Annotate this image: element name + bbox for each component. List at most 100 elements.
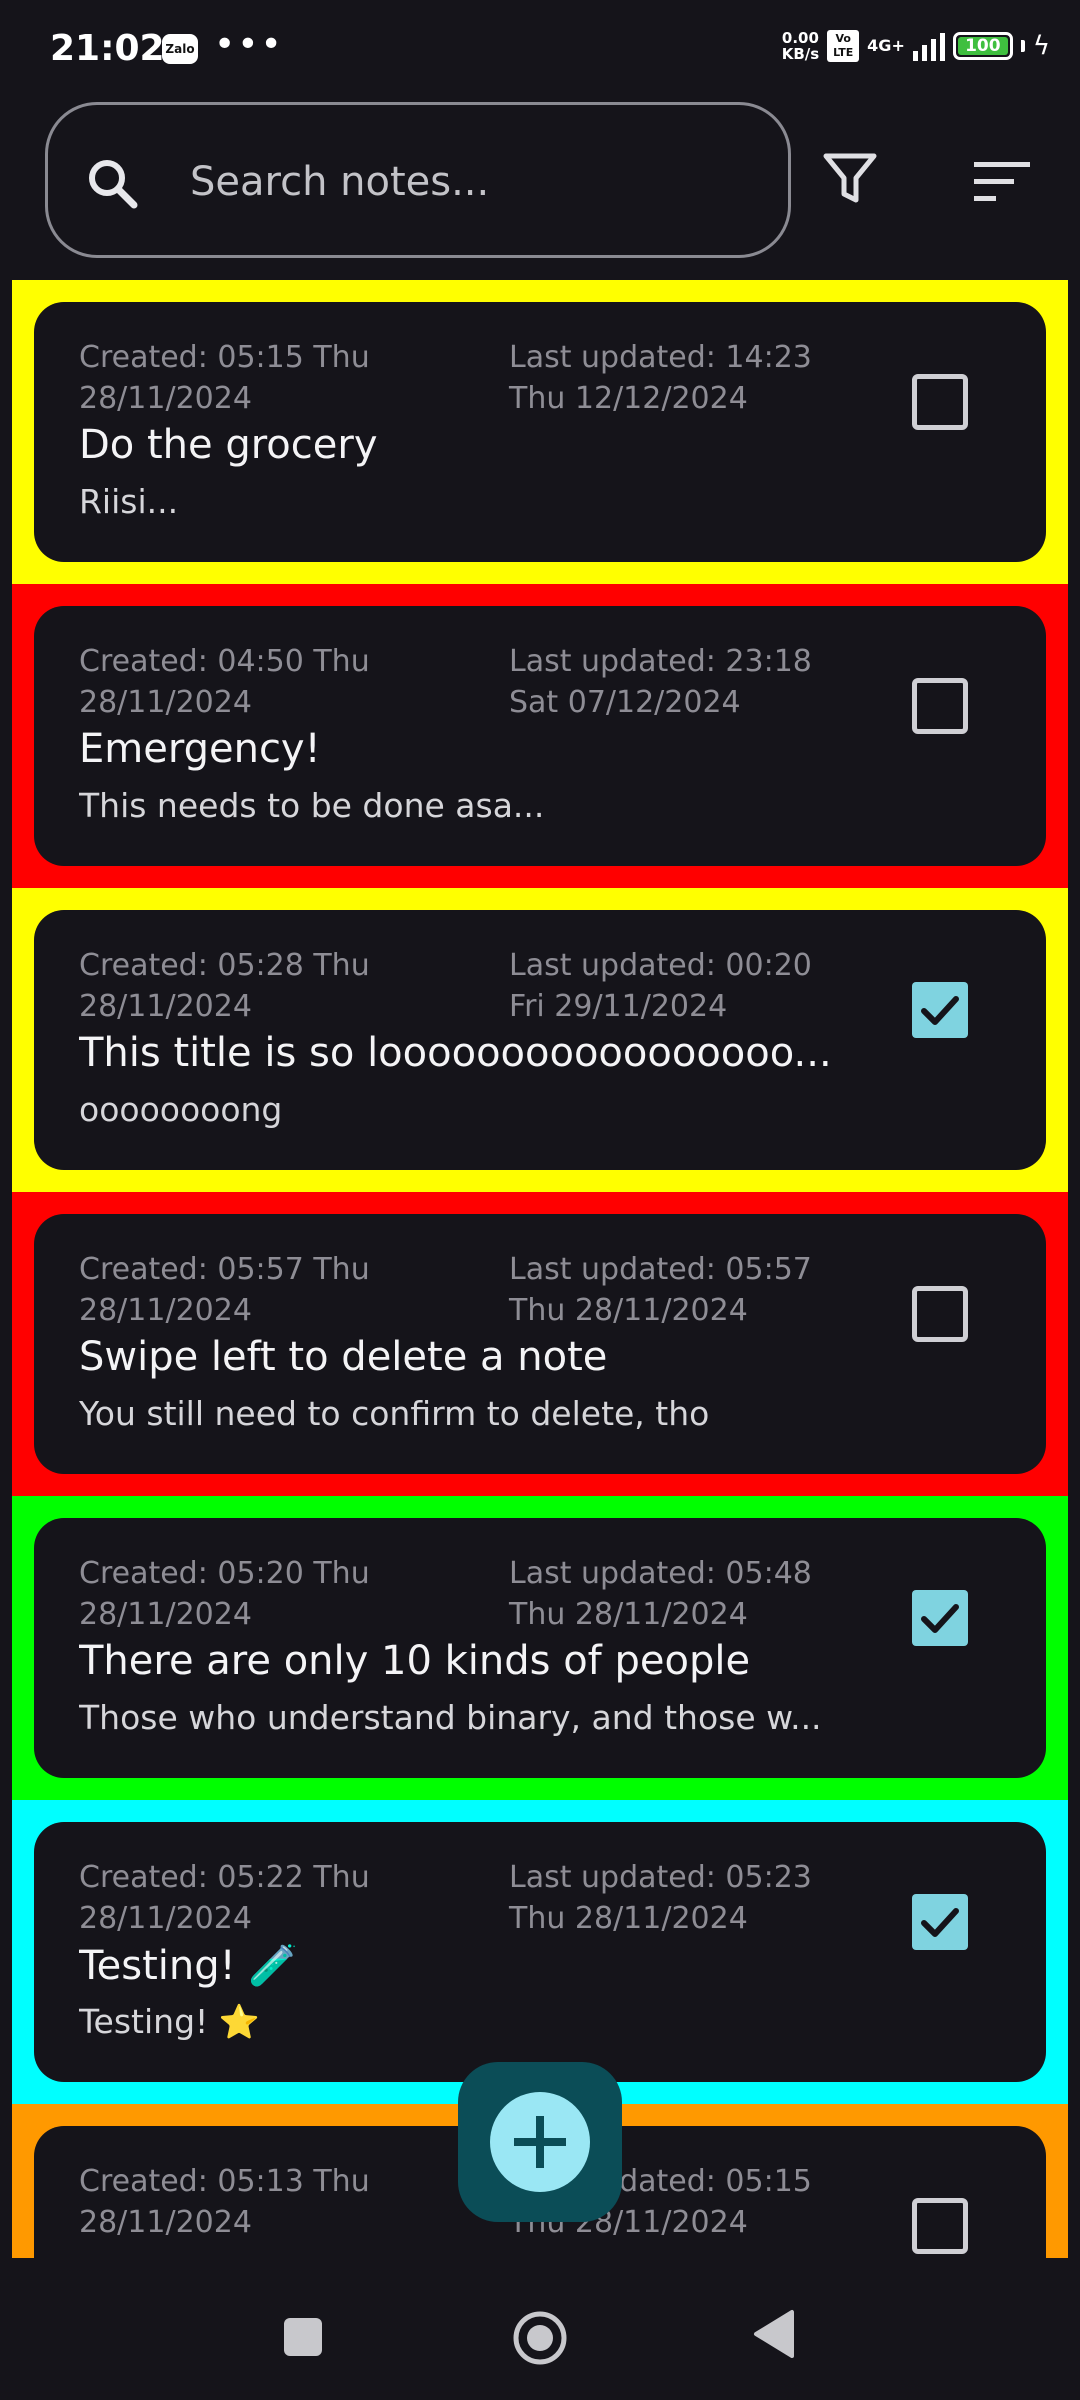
battery-level: 100 xyxy=(957,37,1008,55)
created-timestamp: Created: 05:57 Thu 28/11/2024 xyxy=(79,1249,370,1331)
note-card[interactable]: Created: 05:57 Thu 28/11/2024 Last updat… xyxy=(34,1214,1046,1474)
home-icon[interactable] xyxy=(510,2308,570,2368)
note-preview: Riisi... xyxy=(79,482,179,521)
created-timestamp: Created: 05:22 Thu 28/11/2024 xyxy=(79,1857,370,1939)
created-date: 28/11/2024 xyxy=(79,381,252,416)
created-date: 28/11/2024 xyxy=(79,685,252,720)
updated-label: Last updated: 05:57 xyxy=(509,1252,812,1287)
note-card[interactable]: Created: 05:20 Thu 28/11/2024 Last updat… xyxy=(34,1518,1046,1778)
note-item[interactable]: Created: 05:20 Thu 28/11/2024 Last updat… xyxy=(12,1496,1068,1800)
created-timestamp: Created: 05:20 Thu 28/11/2024 xyxy=(79,1553,370,1635)
created-date: 28/11/2024 xyxy=(79,1293,252,1328)
note-item[interactable]: Created: 05:22 Thu 28/11/2024 Last updat… xyxy=(12,1800,1068,2104)
filter-icon[interactable] xyxy=(820,148,880,208)
note-preview: This needs to be done asa... xyxy=(79,786,545,825)
created-label: Created: 05:20 Thu xyxy=(79,1556,370,1591)
updated-date: Sat 07/12/2024 xyxy=(509,685,741,720)
created-label: Created: 05:22 Thu xyxy=(79,1860,370,1895)
recents-icon[interactable] xyxy=(284,2318,322,2356)
add-note-button[interactable] xyxy=(458,2062,622,2222)
updated-label: Last updated: 14:23 xyxy=(509,340,812,375)
search-input[interactable] xyxy=(188,145,752,219)
note-title: Do the grocery xyxy=(79,422,378,468)
speed-unit: KB/s xyxy=(781,45,820,63)
status-time: 21:02 xyxy=(50,28,165,69)
notes-list[interactable]: Created: 05:15 Thu 28/11/2024 Last updat… xyxy=(12,280,1068,2258)
updated-label: Last updated: 23:18 xyxy=(509,644,812,679)
search-icon xyxy=(89,160,138,209)
check-icon xyxy=(921,996,959,1025)
updated-date: Thu 28/11/2024 xyxy=(509,1293,748,1328)
updated-label: Last updated: 00:20 xyxy=(509,948,812,983)
note-item[interactable]: Created: 04:50 Thu 28/11/2024 Last updat… xyxy=(12,584,1068,888)
battery-tip xyxy=(1020,40,1025,52)
note-checkbox-checked[interactable] xyxy=(912,1590,968,1646)
updated-timestamp: Last updated: 00:20 Fri 29/11/2024 xyxy=(509,945,812,1027)
created-label: Created: 05:28 Thu xyxy=(79,948,370,983)
status-bar: 21:02 Zalo ••• 0.00 KB/s Vo LTE 4G+ 100 … xyxy=(0,0,1080,100)
add-note-circle xyxy=(490,2092,590,2192)
created-label: Created: 05:15 Thu xyxy=(79,340,370,375)
back-icon[interactable] xyxy=(752,2308,796,2360)
note-title: There are only 10 kinds of people xyxy=(79,1638,751,1684)
created-date: 28/11/2024 xyxy=(79,989,252,1024)
note-card[interactable]: Created: 05:22 Thu 28/11/2024 Last updat… xyxy=(34,1822,1046,2082)
created-timestamp: Created: 05:13 Thu 28/11/2024 xyxy=(79,2161,370,2243)
network-speed: 0.00 KB/s xyxy=(782,30,819,62)
created-date: 28/11/2024 xyxy=(79,1597,252,1632)
updated-timestamp: Last updated: 05:23 Thu 28/11/2024 xyxy=(509,1857,812,1939)
note-card[interactable]: Created: 05:15 Thu 28/11/2024 Last updat… xyxy=(34,302,1046,562)
note-checkbox[interactable] xyxy=(912,1286,968,1342)
note-checkbox-checked[interactable] xyxy=(912,982,968,1038)
note-preview: oooooooong xyxy=(79,1090,283,1129)
more-icon: ••• xyxy=(214,24,284,65)
note-checkbox[interactable] xyxy=(912,374,968,430)
speed-value: 0.00 xyxy=(781,29,819,47)
system-navigation-bar xyxy=(0,2258,1080,2400)
created-timestamp: Created: 04:50 Thu 28/11/2024 xyxy=(79,641,370,723)
note-item[interactable]: Created: 05:28 Thu 28/11/2024 Last updat… xyxy=(12,888,1068,1192)
note-checkbox-checked[interactable] xyxy=(912,1894,968,1950)
created-label: Created: 04:50 Thu xyxy=(79,644,370,679)
volte-icon: Vo LTE xyxy=(827,30,860,62)
sort-icon[interactable] xyxy=(972,160,1032,204)
created-timestamp: Created: 05:28 Thu 28/11/2024 xyxy=(79,945,370,1027)
check-icon xyxy=(921,1604,959,1633)
note-title: Testing! 🧪 xyxy=(79,1943,299,1989)
charging-icon: ϟ xyxy=(1032,31,1050,61)
note-title: This title is so looooooooooooooooo... xyxy=(79,1030,832,1076)
updated-timestamp: Last updated: 23:18 Sat 07/12/2024 xyxy=(509,641,812,723)
updated-label: Last updated: 05:48 xyxy=(509,1556,812,1591)
updated-date: Fri 29/11/2024 xyxy=(509,989,728,1024)
note-preview: You still need to confirm to delete, tho xyxy=(79,1394,710,1433)
created-date: 28/11/2024 xyxy=(79,1901,252,1936)
created-date: 28/11/2024 xyxy=(79,2205,252,2240)
updated-timestamp: Last updated: 05:57 Thu 28/11/2024 xyxy=(509,1249,812,1331)
updated-label: Last updated: 05:23 xyxy=(509,1860,812,1895)
note-checkbox[interactable] xyxy=(912,678,968,734)
updated-timestamp: Last updated: 05:48 Thu 28/11/2024 xyxy=(509,1553,812,1635)
network-type: 4G+ xyxy=(867,36,905,55)
created-label: Created: 05:13 Thu xyxy=(79,2164,370,2199)
search-bar[interactable] xyxy=(45,102,791,258)
note-item[interactable]: Created: 05:15 Thu 28/11/2024 Last updat… xyxy=(12,280,1068,584)
updated-date: Thu 28/11/2024 xyxy=(509,1597,748,1632)
note-checkbox[interactable] xyxy=(912,2198,968,2254)
battery-icon: 100 xyxy=(952,32,1013,60)
created-timestamp: Created: 05:15 Thu 28/11/2024 xyxy=(79,337,370,419)
note-preview: Testing! ⭐ xyxy=(79,2002,260,2041)
updated-date: Thu 12/12/2024 xyxy=(509,381,748,416)
note-card[interactable]: Created: 04:50 Thu 28/11/2024 Last updat… xyxy=(34,606,1046,866)
signal-icon xyxy=(912,31,945,61)
zalo-icon: Zalo xyxy=(162,34,198,64)
note-card[interactable]: Created: 05:28 Thu 28/11/2024 Last updat… xyxy=(34,910,1046,1170)
check-icon xyxy=(921,1908,959,1937)
updated-timestamp: Last updated: 14:23 Thu 12/12/2024 xyxy=(509,337,812,419)
note-title: Emergency! xyxy=(79,726,321,772)
note-preview: Those who understand binary, and those w… xyxy=(79,1698,822,1737)
updated-date: Thu 28/11/2024 xyxy=(509,1901,748,1936)
plus-icon xyxy=(514,2116,566,2168)
note-item[interactable]: Created: 05:57 Thu 28/11/2024 Last updat… xyxy=(12,1192,1068,1496)
created-label: Created: 05:57 Thu xyxy=(79,1252,370,1287)
note-title: Swipe left to delete a note xyxy=(79,1334,608,1380)
